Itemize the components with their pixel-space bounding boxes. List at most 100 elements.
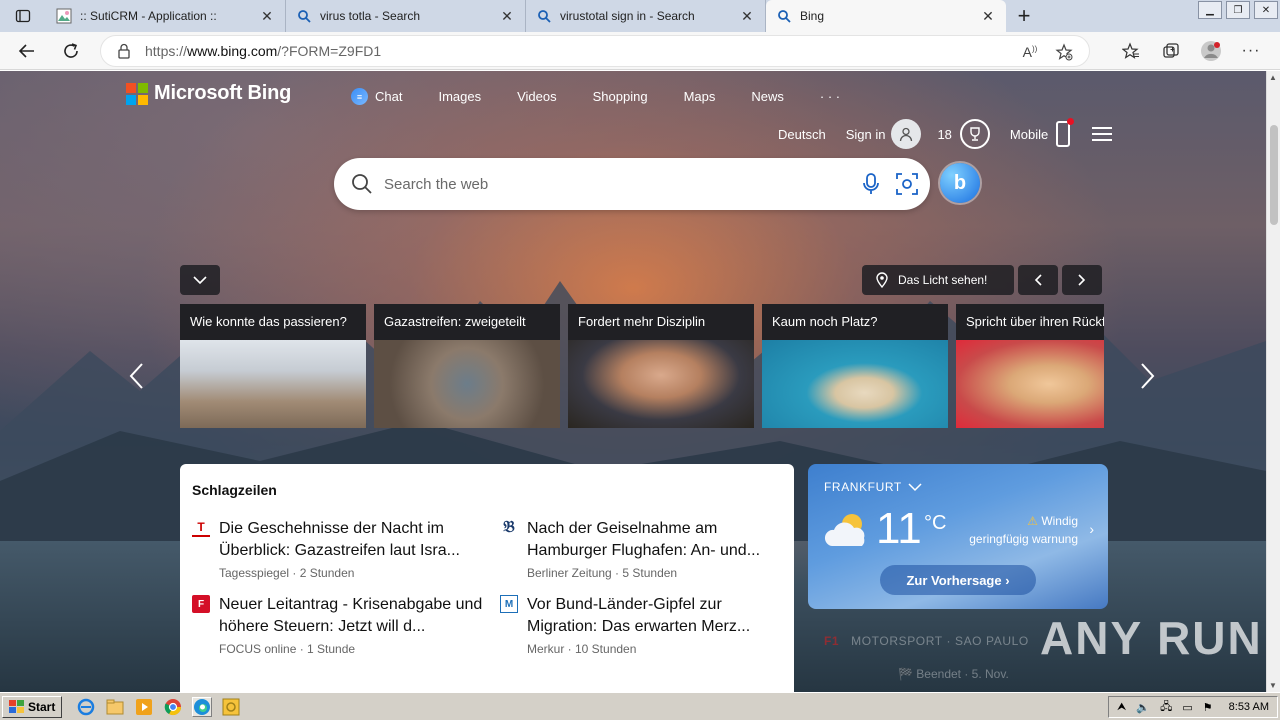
rewards-trophy-icon[interactable] [959, 119, 990, 149]
nav-chat[interactable]: ≡ Chat [351, 88, 402, 105]
lock-icon[interactable] [117, 43, 131, 59]
nav-label: · · · [819, 89, 841, 104]
header-right: Deutsch Sign in 18 Mobile [778, 118, 1113, 149]
collapse-feed-button[interactable] [180, 265, 220, 295]
carousel-card[interactable]: Gazastreifen: zweigeteilt [374, 304, 560, 428]
news-title[interactable]: Nach der Geiselnahme am Hamburger Flugha… [527, 518, 796, 562]
tab-actions-icon [15, 9, 31, 23]
mobile-phone-icon[interactable] [1056, 118, 1075, 147]
close-tab-icon[interactable]: ✕ [980, 8, 996, 24]
nav-news[interactable]: News [751, 88, 784, 105]
start-button[interactable]: Start [2, 695, 63, 718]
collections-button[interactable] [1152, 35, 1190, 67]
internet-explorer-icon[interactable] [76, 697, 96, 717]
tab-virustotal-sign-in-search[interactable]: virustotal sign in - Search ✕ [526, 0, 766, 32]
url-host: www.bing.com [187, 43, 278, 59]
carousel-next-button[interactable] [1136, 359, 1160, 393]
close-tab-icon[interactable]: ✕ [499, 8, 515, 24]
weather-alert[interactable]: ⚠ Windig geringfügig warnung [969, 512, 1078, 548]
tab-bing[interactable]: Bing ✕ [766, 0, 1006, 32]
minimize-button[interactable]: ▁ [1198, 1, 1222, 19]
news-title[interactable]: Vor Bund-Länder-Gipfel zur Migration: Da… [527, 594, 796, 638]
nav-images[interactable]: Images [438, 88, 481, 105]
nav-more[interactable]: · · · [820, 88, 840, 105]
scroll-thumb[interactable] [1270, 125, 1278, 225]
favorites-button[interactable] [1112, 35, 1150, 67]
flag-icon[interactable]: ⚑ [1203, 701, 1213, 714]
tray-expand-icon[interactable]: ⮝ [1117, 701, 1126, 714]
notes-app-icon[interactable] [221, 697, 241, 717]
tab-suticrm[interactable]: :: SutiCRM - Application :: ✕ [46, 0, 286, 32]
scroll-down-icon[interactable]: ▼ [1269, 681, 1277, 690]
url-path: /?FORM=Z9FD1 [277, 43, 382, 59]
page-scrollbar[interactable]: ▲ ▼ [1266, 71, 1280, 692]
image-info-pill[interactable]: Das Licht sehen! [862, 265, 1014, 295]
search-box[interactable]: Search the web [334, 158, 930, 210]
bing-chat-button[interactable]: b [940, 163, 980, 203]
rewards-points[interactable]: 18 [937, 127, 951, 142]
carousel-card[interactable]: Kaum noch Platz? [762, 304, 948, 428]
close-tab-icon[interactable]: ✕ [259, 8, 275, 24]
news-title[interactable]: Die Geschehnisse der Nacht im Überblick:… [219, 518, 488, 562]
headlines-panel: Schlagzeilen T Die Geschehnisse der Nach… [180, 464, 794, 692]
add-favorite-button[interactable] [1049, 40, 1079, 64]
nav-videos[interactable]: Videos [517, 88, 557, 105]
headlines-heading: Schlagzeilen [192, 482, 277, 498]
tab-actions-menu-button[interactable] [0, 0, 46, 32]
card-image-airport [180, 340, 366, 428]
carousel-card[interactable]: Wie konnte das passieren? [180, 304, 366, 428]
close-tab-icon[interactable]: ✕ [739, 8, 755, 24]
news-title[interactable]: Neuer Leitantrag - Krisenabgabe und höhe… [219, 594, 488, 638]
restore-button[interactable]: ❐ [1226, 1, 1250, 19]
new-tab-button[interactable]: + [1006, 0, 1042, 32]
close-window-button[interactable]: ✕ [1254, 1, 1278, 19]
carousel-card[interactable]: Spricht über ihren Rückf [956, 304, 1104, 428]
tab-virus-totla-search[interactable]: virus totla - Search ✕ [286, 0, 526, 32]
news-item[interactable]: T Die Geschehnisse der Nacht im Überblic… [192, 518, 488, 580]
search-icon [536, 8, 552, 24]
sports-card-header[interactable]: F1 MOTORSPORT · SAO PAULO [824, 634, 1029, 648]
address-bar[interactable]: https://www.bing.com/?FORM=Z9FD1 A)) [100, 35, 1090, 67]
read-aloud-button[interactable]: A)) [1015, 40, 1045, 64]
mobile-link[interactable]: Mobile [1010, 127, 1048, 142]
chevron-right-icon [1141, 363, 1155, 389]
focus-online-logo-icon: F [192, 595, 210, 613]
news-item[interactable]: M Vor Bund-Länder-Gipfel zur Migration: … [500, 594, 796, 656]
clock[interactable]: 8:53 AM [1229, 701, 1269, 713]
carousel-prev-button[interactable] [124, 359, 148, 393]
previous-image-button[interactable] [1018, 265, 1058, 295]
chevron-right-icon[interactable]: › [1089, 521, 1094, 537]
bing-logo[interactable]: Microsoft Bing [126, 82, 291, 105]
nav-maps[interactable]: Maps [684, 88, 716, 105]
microphone-icon[interactable] [858, 171, 884, 197]
media-player-icon[interactable] [134, 697, 154, 717]
search-input[interactable]: Search the web [384, 176, 858, 193]
profile-button[interactable] [1192, 35, 1230, 67]
volume-icon[interactable]: 🔈 [1136, 701, 1150, 714]
news-item[interactable]: F Neuer Leitantrag - Krisenabgabe und hö… [192, 594, 488, 656]
settings-more-button[interactable]: ··· [1232, 35, 1270, 67]
chevron-right-icon [1078, 274, 1086, 286]
nav-shopping[interactable]: Shopping [593, 88, 648, 105]
file-explorer-icon[interactable] [105, 697, 125, 717]
next-image-button[interactable] [1062, 265, 1102, 295]
battery-icon[interactable]: ▭ [1182, 701, 1192, 714]
user-avatar-icon[interactable] [891, 119, 922, 149]
carousel-card[interactable]: Fordert mehr Disziplin [568, 304, 754, 428]
weather-city[interactable]: FRANKFURT [824, 480, 922, 494]
language-link[interactable]: Deutsch [778, 127, 826, 142]
chevron-left-icon [129, 363, 143, 389]
refresh-button[interactable] [52, 35, 90, 67]
news-item[interactable]: 𝔅 Nach der Geiselnahme am Hamburger Flug… [500, 518, 796, 580]
weather-card[interactable]: FRANKFURT 11 °C ⚠ Windig geringfügig war… [808, 464, 1108, 609]
edge-icon[interactable] [192, 696, 213, 717]
network-icon[interactable]: 🖧 [1160, 698, 1172, 717]
chrome-icon[interactable] [163, 697, 183, 717]
scroll-up-icon[interactable]: ▲ [1269, 73, 1277, 82]
back-button[interactable] [8, 35, 46, 67]
forecast-button[interactable]: Zur Vorhersage › [880, 565, 1036, 595]
visual-search-icon[interactable] [894, 171, 920, 197]
sign-in-link[interactable]: Sign in [846, 127, 886, 142]
hamburger-menu-icon[interactable] [1092, 123, 1113, 145]
profile-avatar-icon [1201, 41, 1221, 61]
